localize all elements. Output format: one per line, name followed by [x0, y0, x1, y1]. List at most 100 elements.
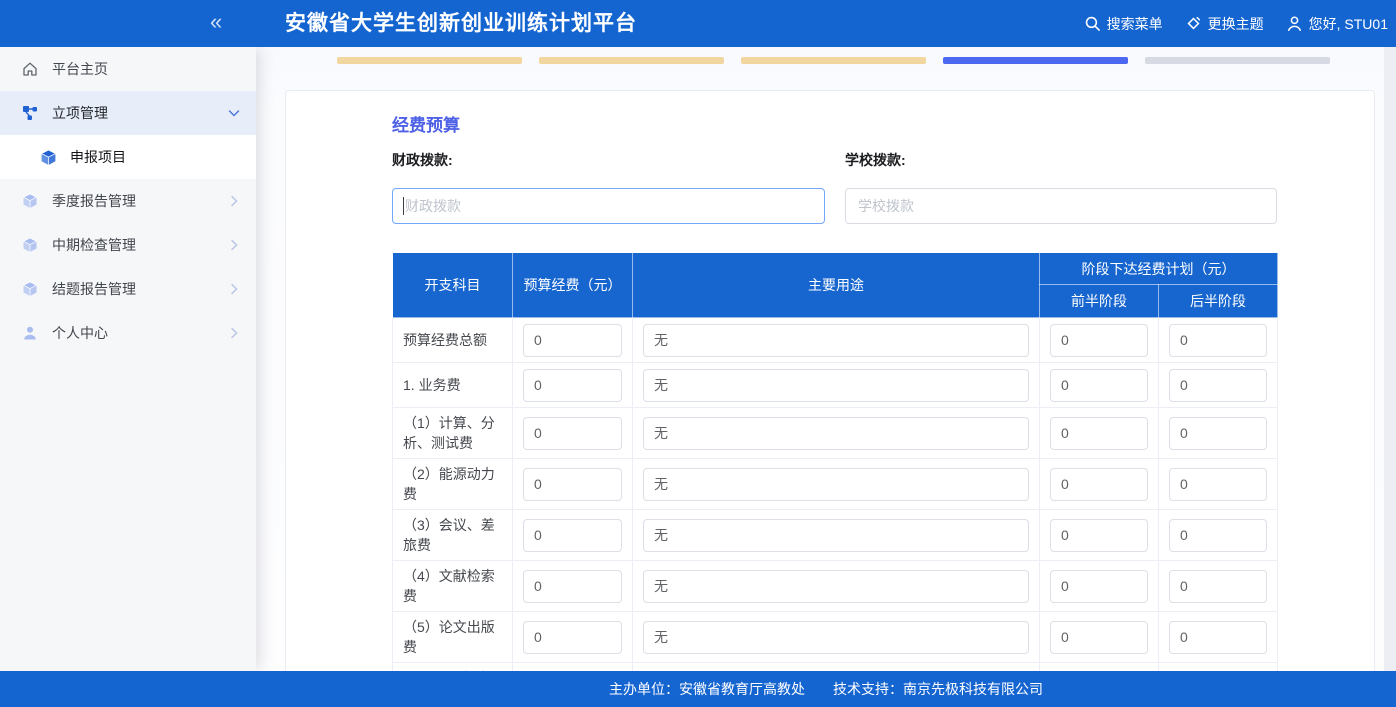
table-row: （1）计算、分析、测试费	[393, 408, 1278, 459]
change-theme-label: 更换主题	[1208, 14, 1264, 34]
footer-support-label: 技术支持：南京先极科技有限公司	[833, 679, 1043, 699]
cube-icon	[22, 237, 38, 253]
step-bar-5[interactable]	[1145, 57, 1330, 64]
sidebar-item-label: 平台主页	[52, 59, 108, 79]
second-half-input[interactable]	[1169, 621, 1267, 654]
table-row: 1. 业务费	[393, 363, 1278, 408]
section-title: 经费预算	[392, 111, 1277, 136]
second-half-input[interactable]	[1169, 468, 1267, 501]
table-row: 2. 仪器设备购置费	[393, 663, 1278, 672]
school-allocation-label: 学校拨款:	[845, 151, 1277, 170]
change-theme-button[interactable]: 更换主题	[1185, 14, 1264, 34]
theme-icon	[1185, 15, 1202, 32]
chevron-right-icon	[226, 325, 242, 344]
first-half-input[interactable]	[1050, 417, 1148, 450]
budget-amount-input[interactable]	[523, 324, 622, 357]
row-subject: （1）计算、分析、测试费	[393, 408, 513, 459]
sidebar-item-declare-project[interactable]: 申报项目	[0, 135, 256, 179]
second-half-input[interactable]	[1169, 570, 1267, 603]
budget-amount-input[interactable]	[523, 621, 622, 654]
app-header: « 安徽省大学生创新创业训练计划平台 搜索菜单 更换主题 您好, STU01	[0, 0, 1396, 47]
step-bar-3[interactable]	[741, 57, 926, 64]
cube-icon	[22, 193, 38, 209]
row-subject: （2）能源动力费	[393, 459, 513, 510]
usage-input[interactable]	[643, 570, 1029, 603]
row-subject: （5）论文出版费	[393, 612, 513, 663]
col-header-budget: 预算经费（元）	[513, 253, 633, 318]
search-icon	[1084, 15, 1101, 32]
col-header-usage: 主要用途	[633, 253, 1040, 318]
first-half-input[interactable]	[1050, 570, 1148, 603]
col-header-subject: 开支科目	[393, 253, 513, 318]
step-bar-1[interactable]	[337, 57, 522, 64]
first-half-input[interactable]	[1050, 621, 1148, 654]
chevron-down-icon	[226, 105, 242, 124]
usage-input[interactable]	[643, 417, 1029, 450]
table-row: 预算经费总额	[393, 318, 1278, 363]
form-step-progress	[337, 57, 1330, 64]
financial-allocation-input[interactable]	[392, 188, 825, 224]
table-row: （3）会议、差旅费	[393, 510, 1278, 561]
cube-icon	[40, 149, 56, 165]
footer-host-label: 主办单位：安徽省教育厅高教处	[609, 679, 805, 699]
budget-amount-input[interactable]	[523, 417, 622, 450]
col-header-stage-group: 阶段下达经费计划（元）	[1040, 253, 1278, 285]
sidebar-item-personal-center[interactable]: 个人中心	[0, 311, 256, 355]
second-half-input[interactable]	[1169, 324, 1267, 357]
search-menu-label: 搜索菜单	[1107, 14, 1163, 34]
step-bar-4[interactable]	[943, 57, 1128, 64]
sidebar-item-label: 中期检查管理	[52, 235, 136, 255]
sidebar-item-label: 结题报告管理	[52, 279, 136, 299]
row-subject: （3）会议、差旅费	[393, 510, 513, 561]
table-row: （5）论文出版费	[393, 612, 1278, 663]
budget-table: 开支科目 预算经费（元） 主要用途 阶段下达经费计划（元） 前半阶段 后半阶段 …	[392, 252, 1278, 671]
step-bar-2[interactable]	[539, 57, 724, 64]
chevron-right-icon	[226, 281, 242, 300]
usage-input[interactable]	[643, 621, 1029, 654]
first-half-input[interactable]	[1050, 468, 1148, 501]
usage-input[interactable]	[643, 468, 1029, 501]
budget-form-panel: 经费预算 财政拨款: 学校拨款:	[285, 90, 1375, 671]
allocation-fields: 财政拨款: 学校拨款:	[392, 151, 1277, 224]
sidebar-collapse-icon[interactable]: «	[210, 7, 222, 37]
first-half-input[interactable]	[1050, 324, 1148, 357]
sidebar-item-label: 季度报告管理	[52, 191, 136, 211]
user-greeting-label: 您好, STU01	[1309, 14, 1388, 34]
person-icon	[22, 325, 38, 341]
budget-amount-input[interactable]	[523, 570, 622, 603]
page-title: 安徽省大学生创新创业训练计划平台	[285, 0, 637, 47]
sitemap-icon	[22, 105, 38, 121]
col-header-first-half: 前半阶段	[1040, 285, 1159, 318]
school-allocation-field: 学校拨款:	[845, 151, 1277, 224]
usage-input[interactable]	[643, 369, 1029, 402]
budget-amount-input[interactable]	[523, 519, 622, 552]
home-icon	[22, 61, 38, 77]
header-actions: 搜索菜单 更换主题 您好, STU01	[1084, 0, 1388, 47]
sidebar-item-project-management[interactable]: 立项管理	[0, 91, 256, 135]
sidebar-item-quarterly-report[interactable]: 季度报告管理	[0, 179, 256, 223]
second-half-input[interactable]	[1169, 417, 1267, 450]
row-subject: 预算经费总额	[393, 318, 513, 363]
financial-allocation-label: 财政拨款:	[392, 151, 825, 170]
app-root: « 安徽省大学生创新创业训练计划平台 搜索菜单 更换主题 您好, STU01	[0, 0, 1396, 707]
chevron-right-icon	[226, 193, 242, 212]
chevron-right-icon	[226, 237, 242, 256]
budget-amount-input[interactable]	[523, 369, 622, 402]
usage-input[interactable]	[643, 324, 1029, 357]
school-allocation-input[interactable]	[845, 188, 1277, 224]
budget-amount-input[interactable]	[523, 468, 622, 501]
cube-icon	[22, 281, 38, 297]
usage-input[interactable]	[643, 519, 1029, 552]
user-account-button[interactable]: 您好, STU01	[1286, 14, 1388, 34]
second-half-input[interactable]	[1169, 519, 1267, 552]
search-menu-button[interactable]: 搜索菜单	[1084, 14, 1163, 34]
sidebar-item-home[interactable]: 平台主页	[0, 47, 256, 91]
second-half-input[interactable]	[1169, 369, 1267, 402]
row-subject: 2. 仪器设备购置费	[393, 663, 513, 672]
vertical-scrollbar[interactable]	[1384, 47, 1396, 671]
first-half-input[interactable]	[1050, 369, 1148, 402]
financial-allocation-field: 财政拨款:	[392, 151, 825, 224]
sidebar-item-midterm-check[interactable]: 中期检查管理	[0, 223, 256, 267]
first-half-input[interactable]	[1050, 519, 1148, 552]
sidebar-item-final-report[interactable]: 结题报告管理	[0, 267, 256, 311]
